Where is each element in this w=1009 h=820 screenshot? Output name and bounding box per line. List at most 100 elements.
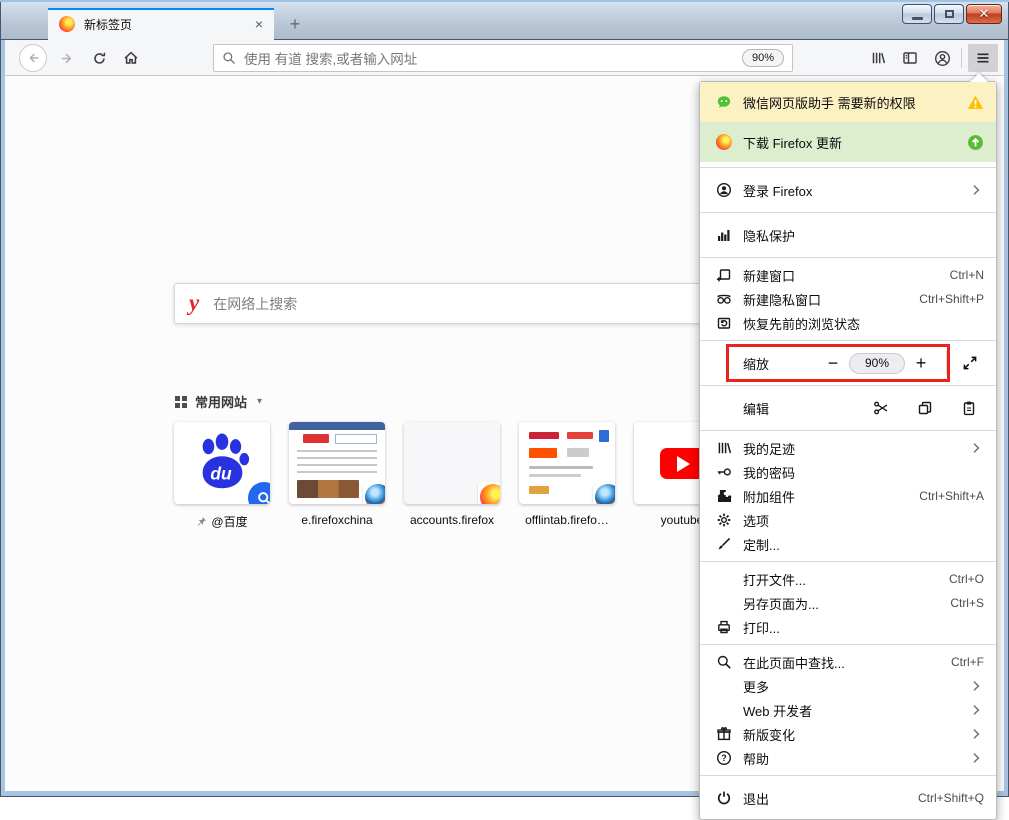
menu-item-open-file[interactable]: 打开文件...Ctrl+O: [700, 567, 996, 591]
tab-title: 新标签页: [84, 16, 252, 33]
help-icon: ?: [716, 750, 732, 766]
firefox-icon: [716, 134, 732, 150]
accounts-thumbnail: [404, 422, 500, 504]
menu-item-shortcut: Ctrl+Shift+Q: [918, 791, 984, 805]
account-icon: [934, 50, 951, 67]
menu-separator: [700, 430, 996, 431]
firefoxchina-thumbnail: [289, 422, 385, 504]
menu-item-label: 帮助: [743, 749, 956, 768]
menu-item-customize[interactable]: 定制...: [700, 532, 996, 556]
menu-item-web-developer[interactable]: Web 开发者: [700, 698, 996, 722]
topsite-tile-firefoxchina[interactable]: e.firefoxchina: [289, 422, 385, 530]
menu-item-label: 登录 Firefox: [743, 181, 956, 200]
power-icon: [716, 790, 732, 806]
topsite-label: accounts.firefox: [410, 513, 494, 527]
zoom-divider: [946, 351, 947, 375]
menu-item-label: 编辑: [743, 399, 868, 418]
cut-icon[interactable]: [868, 400, 894, 416]
menu-item-options[interactable]: 选项: [700, 508, 996, 532]
menu-item-label: 附加组件: [743, 487, 907, 506]
chevron-right-icon: [968, 678, 984, 694]
menu-item-sign-in[interactable]: 登录 Firefox: [700, 173, 996, 207]
url-bar[interactable]: 使用 有道 搜索,或者输入网址 90%: [213, 44, 793, 72]
home-button[interactable]: [117, 40, 145, 76]
menu-item-label: 下载 Firefox 更新: [743, 133, 955, 152]
sidebar-icon: [902, 50, 918, 66]
menu-item-label: 退出: [743, 789, 906, 808]
menu-item-library[interactable]: 我的足迹: [700, 436, 996, 460]
menu-item-update-firefox[interactable]: 下载 Firefox 更新: [700, 122, 996, 162]
urlbar-zoom-badge[interactable]: 90%: [742, 49, 784, 67]
zoom-in-button[interactable]: +: [905, 354, 937, 372]
library-button[interactable]: [863, 40, 893, 76]
topsite-tile-baidu[interactable]: du @百度: [174, 422, 270, 530]
mask-icon: [716, 291, 732, 307]
copy-icon[interactable]: [912, 400, 938, 416]
menu-item-zoom[interactable]: 缩放−90%+: [700, 346, 996, 380]
back-icon: [19, 44, 47, 72]
menu-item-addon-permission[interactable]: 微信网页版助手 需要新的权限: [700, 82, 996, 122]
menu-item-logins[interactable]: 我的密码: [700, 460, 996, 484]
menu-item-privacy-protections[interactable]: 隐私保护: [700, 218, 996, 252]
close-button[interactable]: ✕: [966, 4, 1002, 24]
baidu-paw-logo: du: [191, 432, 253, 494]
topsite-tile-accounts[interactable]: accounts.firefox: [404, 422, 500, 530]
nav-toolbar: 使用 有道 搜索,或者输入网址 90%: [5, 40, 1004, 76]
chevron-down-icon[interactable]: ▾: [257, 396, 262, 407]
minimize-button[interactable]: [902, 4, 932, 24]
fullscreen-icon[interactable]: [956, 355, 984, 371]
zoom-level: 90%: [849, 353, 905, 374]
reload-button[interactable]: [85, 40, 113, 76]
menu-item-label: 恢复先前的浏览状态: [743, 314, 984, 333]
forward-icon: [60, 51, 75, 66]
forward-button[interactable]: [53, 40, 81, 76]
chevron-right-icon: [968, 182, 984, 198]
menu-item-restore-session[interactable]: 恢复先前的浏览状态: [700, 311, 996, 335]
menu-item-label: 新建隐私窗口: [743, 290, 907, 309]
library-icon: [716, 440, 732, 456]
topsite-tile-offlintab[interactable]: offlintab.firefo…: [519, 422, 615, 530]
account-button[interactable]: [927, 40, 957, 76]
chevron-right-icon: [968, 750, 984, 766]
offlintab-thumbnail: [519, 422, 615, 504]
menu-separator: [700, 775, 996, 776]
green-up-icon: [967, 134, 984, 151]
sidebar-button[interactable]: [895, 40, 925, 76]
menu-item-save-page[interactable]: 另存页面为...Ctrl+S: [700, 591, 996, 615]
paste-icon[interactable]: [956, 400, 982, 416]
menu-item-quit[interactable]: 退出 Ctrl+Shift+Q: [700, 781, 996, 815]
toolbar-separator: [961, 48, 962, 68]
menu-item-addons[interactable]: 附加组件Ctrl+Shift+A: [700, 484, 996, 508]
firefox-old-badge-icon: [593, 482, 615, 504]
grid-icon: [175, 396, 187, 408]
tab-new-tab[interactable]: 新标签页 ×: [48, 8, 274, 40]
menu-item-find[interactable]: 在此页面中查找...Ctrl+F: [700, 650, 996, 674]
back-button[interactable]: [17, 40, 49, 76]
menu-item-new-window[interactable]: 新建窗口Ctrl+N: [700, 263, 996, 287]
menu-item-whats-new[interactable]: 新版变化: [700, 722, 996, 746]
new-tab-button[interactable]: +: [283, 13, 307, 35]
zoom-out-button[interactable]: −: [817, 354, 849, 372]
key-icon: [716, 464, 732, 480]
brush-icon: [716, 536, 732, 552]
menu-button[interactable]: [968, 44, 998, 72]
web-search-input[interactable]: y 在网络上搜索: [174, 283, 774, 324]
person-icon: [716, 182, 732, 198]
maximize-button[interactable]: [934, 4, 964, 24]
menu-separator: [700, 340, 996, 341]
chevron-right-icon: [968, 440, 984, 456]
icon-spacer: [716, 595, 732, 611]
menu-item-label: Web 开发者: [743, 701, 956, 720]
tab-close-icon[interactable]: ×: [252, 16, 266, 32]
menu-item-edit[interactable]: 编辑: [700, 391, 996, 425]
menu-item-new-private-window[interactable]: 新建隐私窗口Ctrl+Shift+P: [700, 287, 996, 311]
menu-item-print[interactable]: 打印...: [700, 615, 996, 639]
home-icon: [123, 50, 139, 66]
zoom-controls: −90%+: [817, 351, 984, 375]
menu-item-more[interactable]: 更多: [700, 674, 996, 698]
menu-separator: [700, 212, 996, 213]
menu-item-help[interactable]: ? 帮助: [700, 746, 996, 770]
warning-icon: [967, 94, 984, 111]
url-placeholder: 使用 有道 搜索,或者输入网址: [244, 48, 742, 68]
menu-item-shortcut: Ctrl+N: [950, 268, 984, 282]
